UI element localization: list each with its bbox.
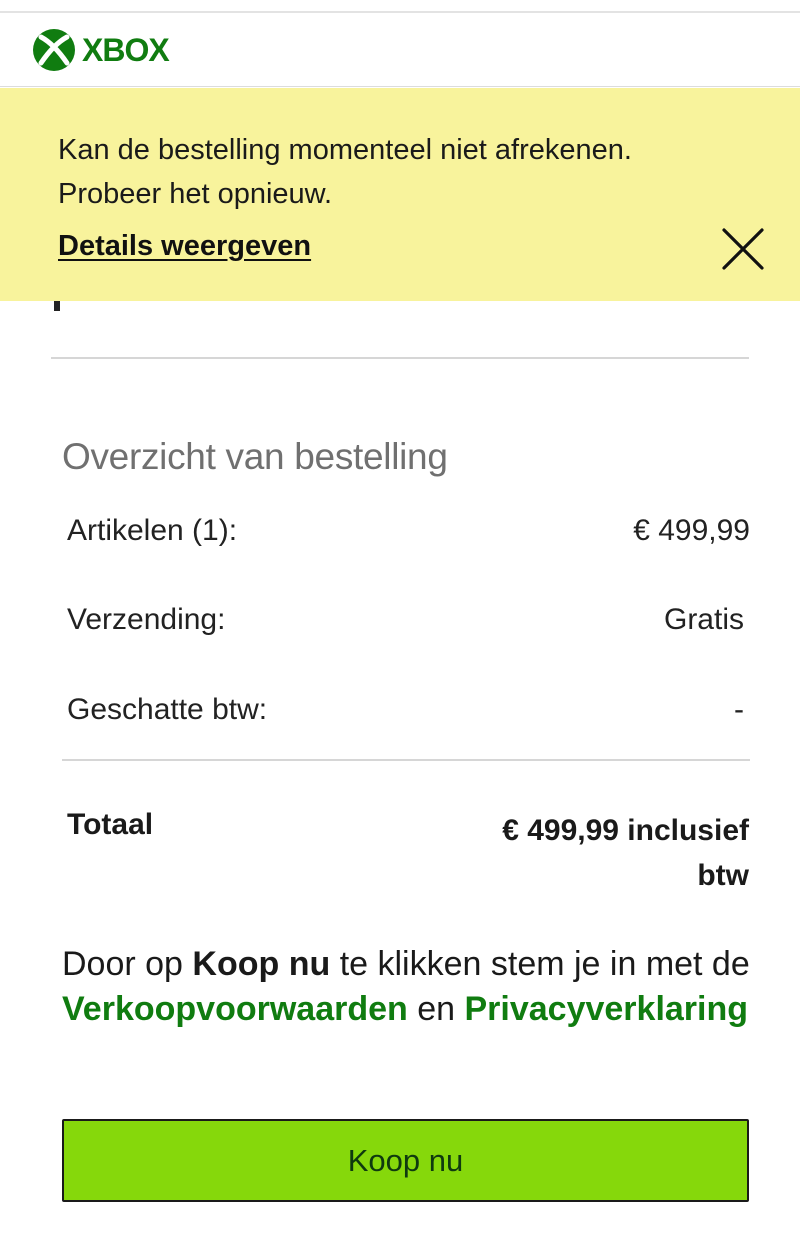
terms-prefix: Door op [62, 945, 193, 983]
privacy-link[interactable]: Privacyverklaring [465, 990, 749, 1028]
summary-row-tax: Geschatte btw: - [67, 688, 750, 732]
partial-content [54, 301, 60, 311]
checkout-page: XBOX Kan de bestelling momenteel niet af… [0, 0, 800, 1242]
divider [51, 357, 749, 359]
xbox-logo[interactable]: XBOX [32, 27, 170, 73]
close-icon [722, 228, 764, 270]
row-label: Artikelen (1): [67, 514, 238, 547]
total-label: Totaal [67, 808, 154, 841]
row-label: Geschatte btw: [67, 693, 268, 726]
terms-middle: te klikken stem je in met de [330, 945, 750, 983]
summary-row-items: Artikelen (1): € 499,99 [67, 509, 750, 553]
sales-terms-link[interactable]: Verkoopvoorwaarden [62, 990, 408, 1028]
xbox-logo-icon [33, 29, 75, 71]
row-value: € 499,99 [633, 514, 750, 547]
alert-close-button[interactable] [712, 218, 774, 280]
terms-notice: Door op Koop nu te klikken stem je in me… [62, 942, 752, 1032]
order-summary-title: Overzicht van bestelling [62, 436, 448, 477]
row-label: Verzending: [67, 603, 226, 636]
total-value: € 499,99 inclusief btw [502, 814, 749, 892]
alert-message: Kan de bestelling momenteel niet afreken… [58, 134, 632, 210]
summary-row-shipping: Verzending: Gratis [67, 598, 750, 642]
terms-action-name: Koop nu [192, 945, 331, 983]
terms-conjunction: en [407, 990, 465, 1028]
divider [62, 759, 750, 761]
site-header: XBOX [0, 13, 800, 87]
row-value: - [734, 693, 744, 726]
buy-now-button[interactable]: Koop nu [62, 1119, 749, 1202]
logo-text: XBOX [82, 32, 170, 68]
details-link[interactable]: Details weergeven [58, 230, 311, 263]
row-value: Gratis [663, 603, 744, 636]
error-alert: Kan de bestelling momenteel niet afreken… [0, 88, 800, 301]
